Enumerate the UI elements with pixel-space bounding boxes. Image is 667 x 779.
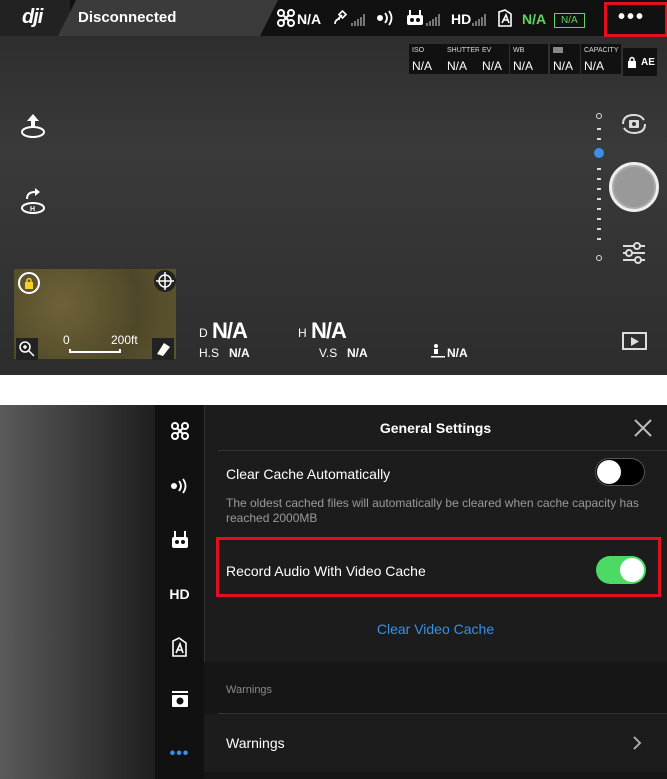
dji-logo: dji	[22, 6, 43, 28]
ae-label: AE	[641, 57, 655, 68]
camera-settings-icon[interactable]	[621, 240, 647, 271]
map-scale-start: 0	[63, 333, 70, 347]
battery-value: N/A	[522, 11, 547, 27]
camera-setting-wb[interactable]: WB N/A	[510, 44, 548, 74]
height-label: H	[298, 326, 307, 340]
sidebar-rc-icon[interactable]	[155, 530, 204, 553]
return-home-icon[interactable]: H	[19, 187, 49, 217]
sidebar-more[interactable]: •••	[155, 745, 204, 763]
lock-icon	[628, 56, 636, 68]
battery-icon[interactable]	[497, 9, 515, 32]
svg-text:H: H	[30, 206, 35, 213]
sidebar-hd[interactable]: HD	[155, 586, 204, 602]
battery-voltage-box: N/A	[554, 13, 585, 28]
camera-setting-shutter[interactable]: SHUTTER N/A	[444, 44, 480, 74]
shutter-inner	[614, 167, 654, 207]
zoom-slider[interactable]	[594, 113, 604, 263]
clear-video-cache-button[interactable]: Clear Video Cache	[204, 621, 667, 637]
clear-cache-auto-toggle[interactable]	[595, 458, 645, 486]
takeoff-icon[interactable]	[19, 112, 49, 142]
warnings-section-header: Warnings	[226, 684, 273, 696]
sidebar-camera-icon[interactable]	[155, 690, 204, 711]
map-erase-icon[interactable]	[152, 338, 174, 360]
hd-label[interactable]: HD	[451, 11, 471, 27]
camera-setting-capacity[interactable]: CAPACITY N/A	[581, 44, 621, 74]
camera-switch-icon[interactable]	[619, 111, 649, 142]
vspeed-label: V.S	[319, 346, 338, 360]
camera-preview-dimmed	[0, 405, 155, 779]
rc-signal-icon[interactable]	[376, 10, 396, 31]
close-icon[interactable]	[633, 418, 653, 443]
more-button[interactable]: •••	[618, 6, 645, 29]
hspeed-value: N/A	[229, 346, 250, 360]
remote-controller-icon[interactable]	[406, 9, 424, 32]
clear-cache-description: The oldest cached files will automatical…	[226, 496, 639, 525]
rc-signal-bars	[426, 14, 440, 26]
map-scale-end: 200ft	[111, 333, 138, 347]
record-audio-toggle[interactable]	[596, 556, 646, 584]
pilot-distance-value: N/A	[447, 346, 468, 360]
hd-signal-bars	[472, 14, 486, 26]
gps-icon[interactable]	[333, 9, 351, 32]
map-lock-icon[interactable]	[18, 272, 40, 294]
settings-title: General Settings	[379, 420, 492, 436]
record-audio-label: Record Audio With Video Cache	[226, 563, 426, 579]
sidebar-signal-icon[interactable]	[155, 478, 204, 497]
distance-value: N/A	[212, 318, 248, 343]
ae-lock-button[interactable]: AE	[623, 48, 657, 76]
format-icon	[553, 47, 563, 53]
distance-label: D	[199, 326, 208, 340]
map-center-icon[interactable]	[154, 270, 176, 292]
vspeed-value: N/A	[347, 346, 368, 360]
camera-setting-ev[interactable]: EV N/A	[479, 44, 509, 74]
height-value: N/A	[311, 318, 347, 343]
aircraft-status-icon[interactable]	[277, 9, 295, 32]
map-zoom-icon[interactable]	[16, 338, 38, 360]
warnings-label: Warnings	[226, 735, 285, 751]
chevron-right-icon	[632, 735, 642, 756]
gps-signal-bars	[351, 14, 365, 26]
clear-cache-auto-label: Clear Cache Automatically	[226, 466, 391, 482]
sidebar-battery-icon[interactable]	[155, 637, 204, 660]
hspeed-label: H.S	[199, 346, 220, 360]
divider	[218, 450, 667, 451]
connection-status: Disconnected	[78, 9, 177, 26]
map-scale-bar	[69, 349, 121, 353]
camera-setting-format[interactable]: N/A	[550, 44, 580, 74]
playback-button[interactable]	[622, 332, 647, 350]
pilot-distance-icon	[431, 344, 445, 363]
aircraft-status-value: N/A	[297, 11, 322, 27]
sidebar-aircraft-icon[interactable]	[155, 422, 204, 443]
